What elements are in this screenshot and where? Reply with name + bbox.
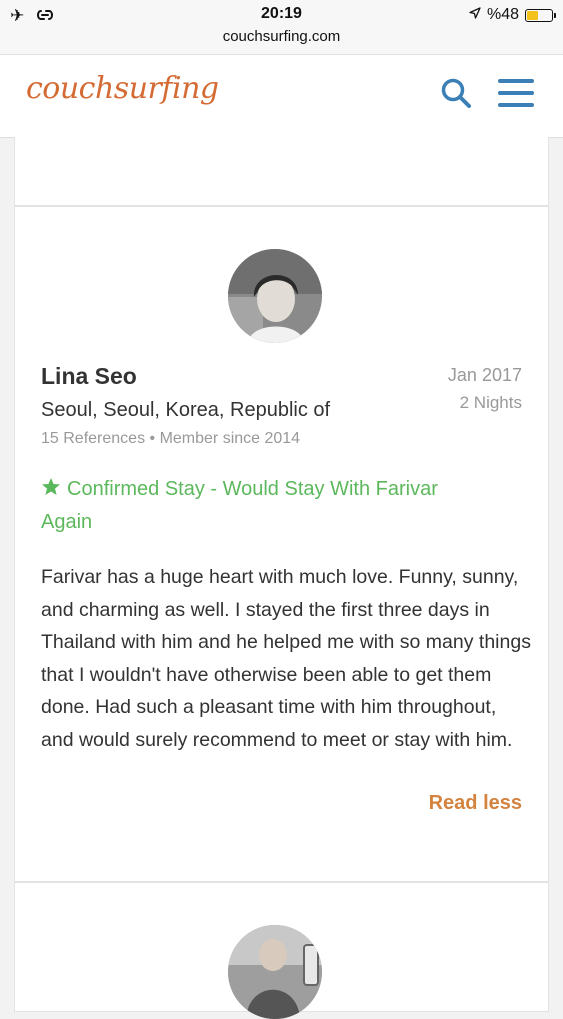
confirmed-stay: Confirmed Stay - Would Stay With Farivar…	[41, 473, 481, 539]
star-icon	[42, 478, 60, 495]
battery-text: %48	[486, 6, 519, 23]
reviewer-name[interactable]: Lina Seo	[41, 363, 137, 390]
member-since: Member since 2014	[159, 430, 301, 447]
review-body: Farivar has a huge heart with much love.…	[41, 566, 531, 751]
stay-nights: 2 Nights	[459, 393, 522, 412]
status-bar: ✈ 20:19 couchsurfing.com %48	[0, 0, 563, 55]
next-review-card	[14, 882, 549, 1019]
site-header: couchsurfing	[0, 55, 563, 138]
hamburger-menu-icon[interactable]	[498, 78, 534, 108]
references-count: 15 References	[41, 430, 146, 447]
address-url[interactable]: couchsurfing.com	[0, 28, 563, 45]
status-right: %48	[469, 6, 556, 24]
avatar[interactable]	[228, 249, 322, 343]
couchsurfing-logo[interactable]: couchsurfing	[26, 71, 219, 106]
read-less-link[interactable]: Read less	[429, 792, 522, 815]
reviewer-location: Seoul, Seoul, Korea, Republic of	[41, 399, 331, 421]
review-card: Lina Seo Seoul, Seoul, Korea, Republic o…	[14, 206, 549, 882]
stay-date: Jan 2017	[447, 365, 522, 385]
previous-review-card	[14, 137, 549, 206]
confirmed-stay-text: Confirmed Stay - Would Stay With Farivar…	[41, 478, 438, 533]
avatar[interactable]	[228, 925, 322, 1019]
location-arrow-icon	[469, 6, 481, 24]
bullet-separator: •	[149, 430, 160, 447]
search-icon[interactable]	[440, 77, 472, 109]
reviewer-meta: 15 References • Member since 2014	[41, 430, 300, 448]
battery-icon	[525, 8, 556, 22]
